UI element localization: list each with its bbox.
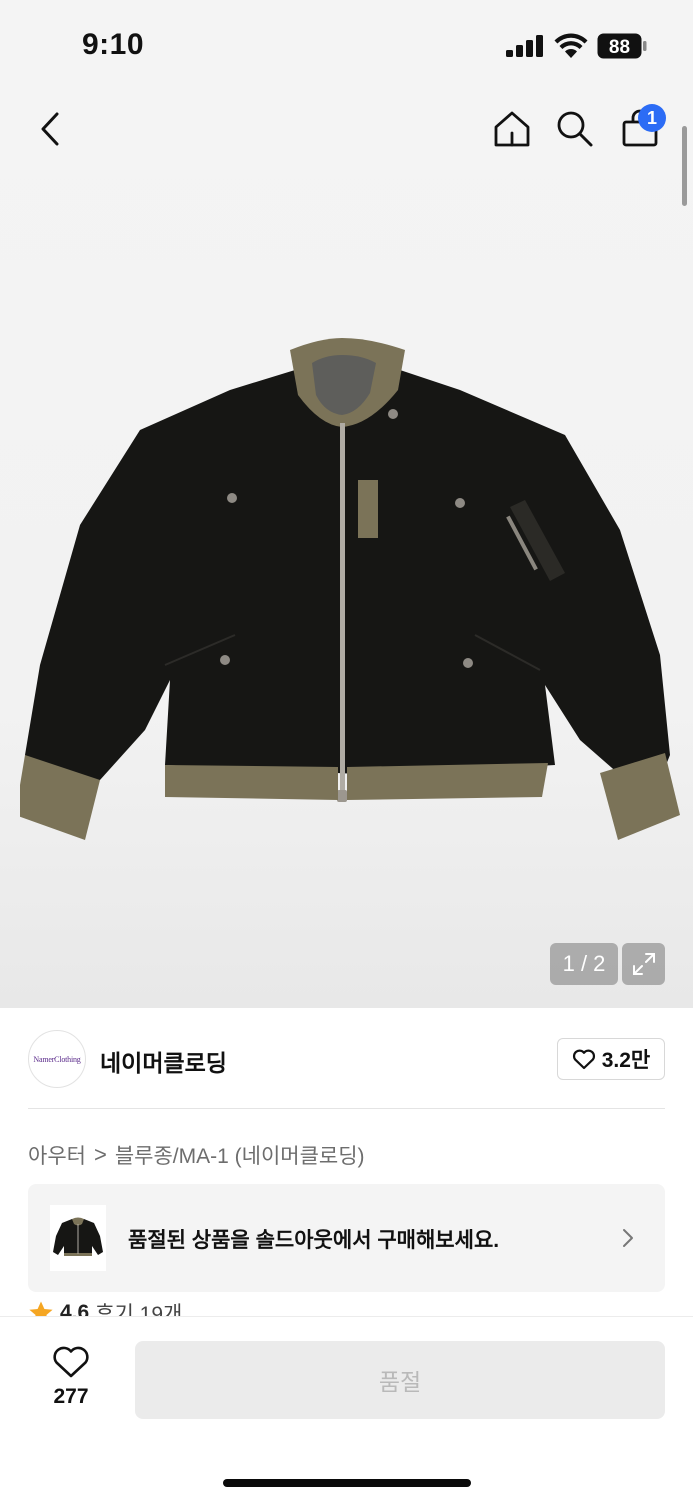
bottom-action-bar: 277 품절 xyxy=(0,1316,693,1500)
brand-like-count: 3.2만 xyxy=(601,1049,651,1072)
jacket-thumbnail-image xyxy=(53,1217,103,1256)
product-image-bomber-jacket[interactable] xyxy=(20,335,680,845)
home-button[interactable] xyxy=(488,105,536,153)
soldout-banner-text: 품절된 상품을 솔드아웃에서 구매해보세요. xyxy=(128,1229,500,1252)
status-time: 9:10 xyxy=(82,28,145,61)
expand-gallery-button[interactable] xyxy=(622,943,665,985)
chevron-left-icon xyxy=(41,112,59,146)
soldout-banner[interactable]: 품절된 상품을 솔드아웃에서 구매해보세요. xyxy=(28,1184,665,1292)
wishlist-button[interactable]: 277 xyxy=(40,1345,102,1415)
cart-count-badge: 1 xyxy=(638,104,666,132)
brand-name-link[interactable]: 네이머클로딩 xyxy=(100,1044,227,1078)
section-divider xyxy=(28,1108,665,1109)
battery-level: 88 xyxy=(609,37,630,58)
breadcrumb-separator: > xyxy=(93,1142,107,1167)
brand-like-button[interactable]: 3.2만 xyxy=(557,1038,665,1080)
breadcrumb-subcategory[interactable]: 블루종/MA-1 (네이머클로딩) xyxy=(115,1140,365,1170)
cellular-signal-icon xyxy=(506,35,543,57)
heart-outline-icon xyxy=(572,1049,595,1070)
search-button[interactable] xyxy=(551,105,599,153)
product-gallery[interactable]: 9:10 88 1 1 / 2 xyxy=(0,0,693,1008)
brand-row: NamerClothing 네이머클로딩 3.2만 xyxy=(28,1030,665,1088)
heart-outline-icon xyxy=(53,1346,89,1378)
status-bar: 9:10 88 xyxy=(0,0,693,92)
home-indicator[interactable] xyxy=(223,1479,471,1487)
back-button[interactable] xyxy=(26,105,74,153)
breadcrumb-category[interactable]: 아우터 xyxy=(28,1140,86,1170)
wifi-icon xyxy=(554,33,588,58)
soldout-purchase-button[interactable]: 품절 xyxy=(135,1341,665,1419)
expand-icon xyxy=(632,953,655,975)
top-nav-bar xyxy=(0,95,693,165)
breadcrumb: 아우터 > 블루종/MA-1 (네이머클로딩) xyxy=(28,1140,365,1170)
search-icon xyxy=(557,111,593,147)
soldout-thumbnail xyxy=(50,1205,106,1271)
chevron-right-icon xyxy=(623,1229,633,1247)
wishlist-count: 277 xyxy=(53,1385,89,1408)
scrollbar-thumb[interactable] xyxy=(682,126,687,206)
home-icon xyxy=(494,111,530,147)
battery-icon: 88 xyxy=(597,33,647,59)
brand-logo[interactable]: NamerClothing xyxy=(28,1030,86,1088)
brand-logo-text: NamerClothing xyxy=(33,1054,81,1064)
gallery-page-indicator: 1 / 2 xyxy=(550,943,618,985)
